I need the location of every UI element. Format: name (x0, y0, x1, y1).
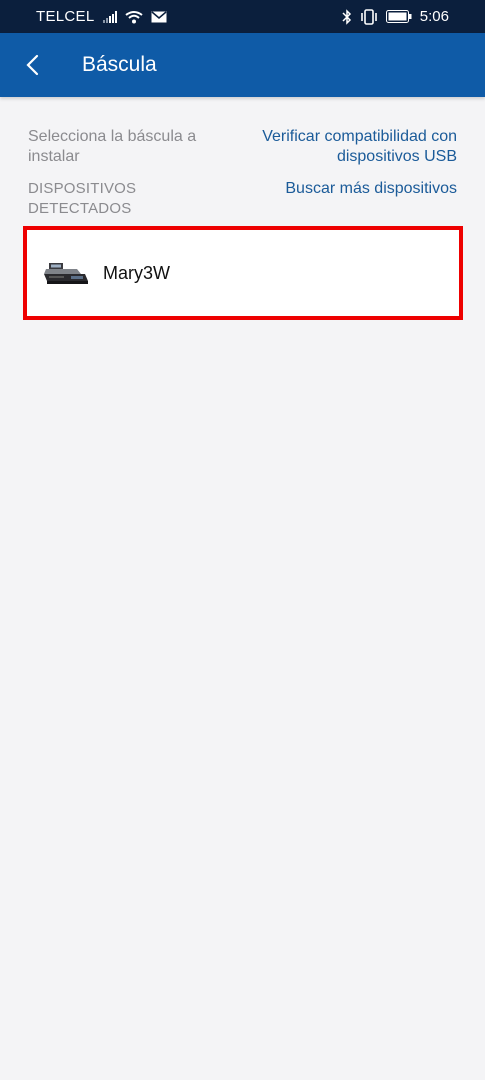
signal-icon (102, 10, 117, 23)
verify-usb-compatibility-link[interactable]: Verificar compatibilidad con dispositivo… (227, 127, 457, 167)
mail-icon (151, 10, 166, 22)
scale-icon (44, 263, 88, 284)
carrier-label: TELCEL (36, 8, 95, 25)
clock-label: 5:06 (419, 8, 449, 25)
vibrate-icon (360, 8, 377, 25)
status-right: 5:06 (342, 8, 449, 25)
detected-devices-label: DISPOSITIVOS DETECTADOS (28, 180, 137, 217)
search-more-devices-link[interactable]: Buscar más dispositivos (237, 179, 457, 199)
status-bar: TELCEL 5:06 (0, 0, 485, 33)
device-name: Mary3W (103, 263, 170, 283)
app-bar: Báscula (0, 33, 485, 97)
select-scale-hint: Selecciona la báscula a instalar (28, 128, 197, 165)
battery-icon (385, 10, 412, 23)
back-button[interactable] (18, 49, 50, 81)
bluetooth-icon (342, 8, 351, 25)
page-title: Báscula (82, 53, 157, 76)
chevron-left-icon (26, 54, 39, 76)
wifi-icon (124, 10, 143, 23)
status-left: TELCEL (36, 8, 167, 25)
device-item-mary3w[interactable]: Mary3W (23, 226, 463, 320)
main-content: Selecciona la báscula a instalar Verific… (0, 97, 485, 1080)
